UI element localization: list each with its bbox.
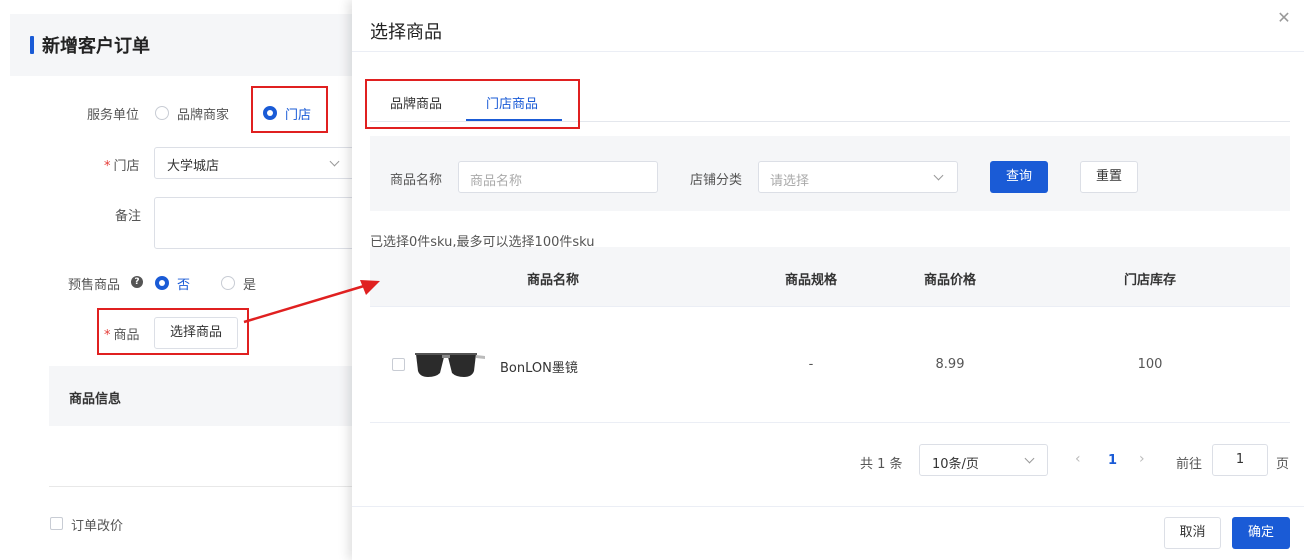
chevron-down-icon (933, 170, 944, 181)
remark-label: 备注 (115, 209, 142, 224)
product-info-heading: 商品信息 (69, 392, 122, 407)
page-header: 新增客户订单 (10, 14, 352, 76)
category-select[interactable]: 请选择 (758, 161, 958, 193)
next-page-icon[interactable]: › (1139, 451, 1145, 467)
confirm-button[interactable]: 确定 (1232, 517, 1290, 549)
column-header-spec: 商品规格 (784, 273, 838, 288)
radio-brand-merchant-label[interactable]: 品牌商家 (177, 104, 229, 123)
drawer-divider (352, 51, 1304, 52)
page-title: 新增客户订单 (42, 36, 150, 57)
footer-divider (352, 506, 1304, 507)
reset-button[interactable]: 重置 (1080, 161, 1138, 193)
pagination-total: 共 1 条 (860, 457, 903, 472)
product-price: 8.99 (935, 357, 965, 372)
radio-presale-yes[interactable] (221, 276, 235, 290)
remark-textarea[interactable] (154, 197, 352, 249)
chevron-down-icon (329, 156, 340, 167)
presale-label: 预售商品 (68, 278, 121, 293)
close-icon[interactable]: ✕ (1276, 10, 1292, 26)
page-size-value: 10条/页 (932, 457, 979, 472)
prev-page-icon[interactable]: ‹ (1075, 451, 1081, 467)
radio-presale-no-label[interactable]: 否 (177, 274, 190, 293)
table-row: BonLON墨镜 - 8.99 100 (370, 307, 1290, 423)
page-size-select[interactable]: 10条/页 (919, 444, 1048, 476)
annotation-box-tabs (365, 79, 580, 129)
radio-brand-merchant[interactable] (155, 106, 169, 120)
category-filter-label: 店铺分类 (690, 173, 743, 188)
help-icon[interactable]: ? (131, 276, 143, 288)
chevron-down-icon (1024, 453, 1035, 464)
page-unit-label: 页 (1276, 457, 1290, 472)
name-filter-label: 商品名称 (390, 173, 443, 188)
radio-presale-no[interactable] (155, 276, 169, 290)
service-unit-label: 服务单位 (87, 108, 140, 123)
product-stock: 100 (1137, 357, 1163, 372)
order-reprice-label[interactable]: 订单改价 (71, 515, 123, 534)
select-product-drawer: 选择商品 ✕ 品牌商品 门店商品 商品名称 商品名称 店铺分类 请选择 查询 重… (352, 0, 1304, 560)
radio-presale-yes-label[interactable]: 是 (243, 274, 256, 293)
column-header-stock: 门店库存 (1123, 273, 1177, 288)
filter-bar: 商品名称 商品名称 店铺分类 请选择 查询 重置 (370, 136, 1290, 211)
store-label: * 门店 (104, 159, 140, 174)
column-header-price: 商品价格 (923, 273, 977, 288)
product-spec: - (808, 357, 814, 372)
cancel-button[interactable]: 取消 (1164, 517, 1221, 549)
product-name-input[interactable]: 商品名称 (458, 161, 658, 193)
annotation-box-select-product (97, 308, 249, 355)
store-select[interactable]: 大学城店 (154, 147, 352, 179)
search-button[interactable]: 查询 (990, 161, 1048, 193)
title-accent-bar (30, 36, 34, 54)
table-header: 商品名称 商品规格 商品价格 门店库存 (370, 247, 1290, 307)
store-select-value: 大学城店 (167, 159, 220, 174)
product-info-section: 商品信息 (49, 366, 352, 426)
goto-page-input[interactable]: 1 (1212, 444, 1268, 476)
product-name: BonLON墨镜 (500, 361, 578, 376)
column-header-name: 商品名称 (526, 273, 580, 288)
category-placeholder: 请选择 (770, 174, 810, 189)
row-checkbox[interactable] (392, 358, 405, 371)
annotation-box-store-radio (251, 86, 328, 133)
divider (49, 486, 352, 487)
drawer-title: 选择商品 (370, 22, 442, 43)
background-order-form: 新增客户订单 服务单位 品牌商家 门店 * 门店 大学城店 备注 预售商品 ? 否… (0, 0, 352, 560)
current-page[interactable]: 1 (1108, 453, 1117, 468)
sunglasses-image (415, 353, 485, 377)
order-reprice-checkbox[interactable] (50, 517, 63, 530)
goto-label: 前往 (1176, 457, 1203, 472)
product-name-placeholder: 商品名称 (470, 174, 523, 189)
